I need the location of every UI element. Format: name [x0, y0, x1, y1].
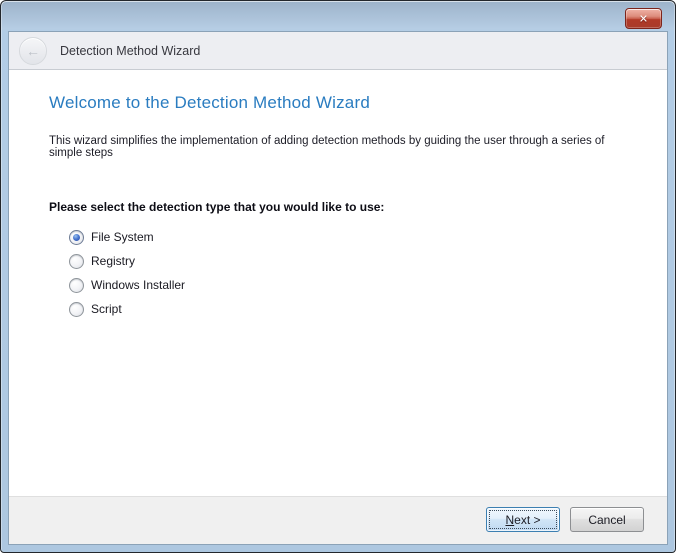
wizard-content: Welcome to the Detection Method Wizard T…	[9, 70, 667, 496]
cancel-button[interactable]: Cancel	[570, 507, 644, 532]
next-button[interactable]: Next >	[486, 507, 560, 532]
radio-label: Script	[91, 302, 122, 316]
radio-label: File System	[91, 230, 154, 244]
radio-control[interactable]	[69, 278, 84, 293]
detection-type-radio-group: File System Registry Windows Installer S…	[69, 225, 639, 321]
wizard-header: ← Detection Method Wizard	[9, 32, 667, 70]
button-bar: Next > Cancel	[9, 496, 667, 544]
detection-type-prompt: Please select the detection type that yo…	[49, 200, 639, 214]
radio-label: Windows Installer	[91, 278, 185, 292]
radio-option-registry[interactable]: Registry	[69, 249, 639, 273]
radio-label: Registry	[91, 254, 135, 268]
radio-control[interactable]	[69, 230, 84, 245]
next-button-label: Next >	[505, 513, 540, 527]
back-arrow-icon: ←	[26, 44, 40, 58]
radio-control[interactable]	[69, 302, 84, 317]
client-area: ← Detection Method Wizard Welcome to the…	[8, 31, 668, 545]
title-bar: ✕	[1, 1, 675, 31]
radio-option-script[interactable]: Script	[69, 297, 639, 321]
header-title: Detection Method Wizard	[60, 44, 200, 58]
close-button[interactable]: ✕	[625, 8, 662, 29]
back-button[interactable]: ←	[19, 37, 47, 65]
wizard-description: This wizard simplifies the implementatio…	[49, 135, 639, 159]
page-title: Welcome to the Detection Method Wizard	[49, 93, 639, 113]
radio-control[interactable]	[69, 254, 84, 269]
cancel-button-label: Cancel	[588, 513, 625, 527]
close-icon: ✕	[639, 13, 648, 24]
radio-option-file-system[interactable]: File System	[69, 225, 639, 249]
radio-option-windows-installer[interactable]: Windows Installer	[69, 273, 639, 297]
wizard-window: ✕ ← Detection Method Wizard Welcome to t…	[0, 0, 676, 553]
